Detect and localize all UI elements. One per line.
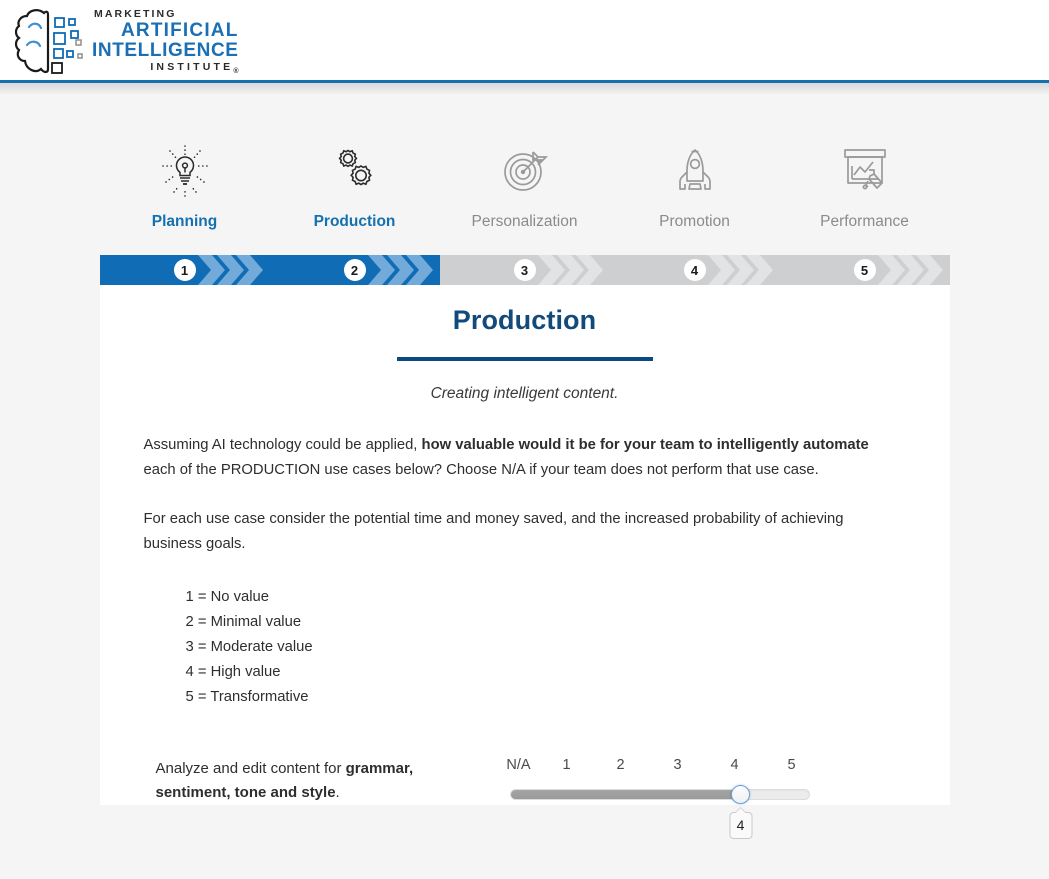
assessment-panel: 1 2 3 4 5 Production Creating intelligen… bbox=[99, 255, 950, 839]
rating-slider[interactable]: 4 bbox=[509, 785, 810, 839]
list-item: 4 = High value bbox=[185, 664, 281, 680]
chart-board-icon bbox=[780, 143, 950, 199]
slider-fill bbox=[510, 790, 739, 799]
instructions-pre: Assuming AI technology could be applied, bbox=[143, 437, 422, 453]
sidebar-item-label: Production bbox=[313, 213, 396, 230]
logo-wordmark: MARKETING ARTIFICIAL INTELLIGENCE INSTIT… bbox=[92, 9, 239, 75]
progress-stepper: 1 2 3 4 5 bbox=[99, 255, 950, 285]
sidebar-item-production[interactable]: Production bbox=[270, 143, 440, 231]
logo-line-marketing: MARKETING bbox=[94, 8, 177, 21]
progress-step-5[interactable]: 5 bbox=[779, 255, 950, 285]
question-label: Analyze and edit content for grammar, se… bbox=[156, 757, 486, 805]
slider-tick-4: 4 bbox=[730, 757, 739, 773]
registered-trademark-icon: ® bbox=[233, 67, 239, 75]
gears-icon bbox=[270, 143, 440, 199]
progress-step-number: 5 bbox=[853, 259, 876, 281]
title-divider bbox=[396, 357, 653, 361]
question-text-post: . bbox=[335, 784, 340, 801]
list-item: 2 = Minimal value bbox=[185, 614, 302, 630]
instructions-paragraph-2: For each use case consider the potential… bbox=[143, 511, 844, 552]
slider-tick-na: N/A bbox=[506, 757, 531, 773]
logo-line-institute: INSTITUTE® bbox=[150, 60, 239, 75]
slider-thumb[interactable] bbox=[731, 785, 750, 804]
list-item: 3 = Moderate value bbox=[185, 639, 313, 655]
progress-step-number: 1 bbox=[173, 259, 196, 281]
target-icon bbox=[440, 143, 610, 199]
sidebar-item-performance[interactable]: Performance bbox=[780, 143, 950, 231]
progress-step-number: 3 bbox=[513, 259, 536, 281]
sidebar-item-label: Promotion bbox=[659, 213, 730, 230]
lightbulb-icon bbox=[100, 143, 270, 199]
instructions-post: each of the PRODUCTION use cases below? … bbox=[143, 462, 819, 478]
list-item: 5 = Transformative bbox=[185, 689, 309, 705]
progress-step-4[interactable]: 4 bbox=[609, 255, 780, 285]
slider-tick-2: 2 bbox=[616, 757, 625, 773]
slider-value-bubble: 4 bbox=[729, 807, 752, 839]
header-shadow bbox=[0, 83, 1049, 95]
progress-step-2[interactable]: 2 bbox=[269, 255, 440, 285]
panel-body: Production Creating intelligent content.… bbox=[100, 285, 950, 839]
site-header: MARKETING ARTIFICIAL INTELLIGENCE INSTIT… bbox=[0, 0, 1049, 83]
slider-tick-1: 1 bbox=[562, 757, 571, 773]
instructions-bold: how valuable would it be for your team t… bbox=[421, 437, 869, 453]
sidebar-item-label: Planning bbox=[151, 213, 218, 230]
rating-slider-block: N/A 1 2 3 4 5 4 bbox=[506, 757, 810, 839]
progress-step-number: 4 bbox=[683, 259, 706, 281]
sidebar-item-planning[interactable]: Planning bbox=[100, 143, 270, 231]
slider-tick-5: 5 bbox=[787, 757, 796, 773]
sidebar-item-label: Performance bbox=[820, 213, 909, 230]
page-subtitle: Creating intelligent content. bbox=[430, 385, 619, 402]
question-text-pre: Analyze and edit content for bbox=[155, 760, 346, 777]
rating-scale-legend: 1 = No value 2 = Minimal value 3 = Moder… bbox=[144, 585, 906, 710]
sidebar-item-label: Personalization bbox=[471, 213, 578, 230]
logo-line-artificial: ARTIFICIAL bbox=[121, 19, 239, 41]
instructions-paragraph-1: Assuming AI technology could be applied,… bbox=[144, 433, 904, 483]
slider-tick-3: 3 bbox=[673, 757, 682, 773]
brain-logo-icon bbox=[14, 7, 88, 77]
logo-line-intelligence: INTELLIGENCE bbox=[92, 39, 239, 61]
slider-tick-labels: N/A 1 2 3 4 5 bbox=[506, 757, 810, 777]
list-item: 1 = No value bbox=[185, 589, 270, 605]
site-logo[interactable]: MARKETING ARTIFICIAL INTELLIGENCE INSTIT… bbox=[14, 6, 239, 78]
progress-step-1[interactable]: 1 bbox=[99, 255, 270, 285]
question-row: Analyze and edit content for grammar, se… bbox=[144, 757, 906, 839]
sidebar-item-promotion[interactable]: Promotion bbox=[610, 143, 780, 231]
steps-nav: Planning Production Personalization Prom… bbox=[100, 95, 950, 231]
page-title: Production bbox=[452, 305, 597, 335]
rocket-icon bbox=[610, 143, 780, 199]
progress-step-3[interactable]: 3 bbox=[439, 255, 610, 285]
sidebar-item-personalization[interactable]: Personalization bbox=[440, 143, 610, 231]
progress-step-number: 2 bbox=[343, 259, 366, 281]
